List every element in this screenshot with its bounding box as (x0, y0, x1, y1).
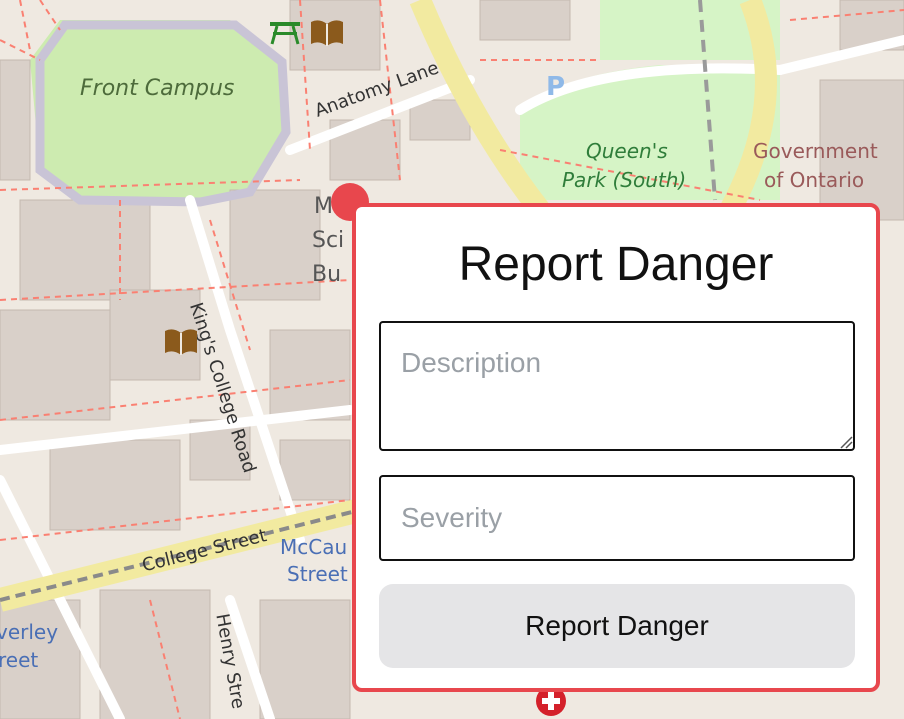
report-danger-popup: Report Danger Report Danger (352, 203, 880, 692)
library-icon (165, 329, 197, 355)
building-label-line2: Sci (312, 228, 345, 253)
mccaul-label-line2: Street (287, 562, 348, 586)
building-label-line1: M (314, 194, 333, 219)
severity-input[interactable] (379, 475, 855, 561)
resize-grip-icon[interactable] (839, 435, 853, 449)
description-input[interactable] (379, 321, 855, 451)
parking-icon: P (546, 72, 566, 102)
beverley-label-line1: verley (0, 620, 59, 644)
government-label-line2: of Ontario (764, 168, 865, 192)
building-label-line3: Bu (312, 262, 342, 287)
queens-park-label-line1: Queen's (586, 139, 668, 163)
queens-park-label-line2: Park (South) (562, 168, 687, 192)
mccaul-label-line1: McCau (280, 535, 348, 559)
popup-title: Report Danger (458, 238, 774, 291)
picnic-table-icon (270, 22, 300, 45)
report-danger-button[interactable]: Report Danger (379, 584, 855, 668)
front-campus-park (30, 20, 285, 200)
library-icon (311, 20, 343, 46)
beverley-label-line2: reet (0, 648, 39, 672)
front-campus-label: Front Campus (80, 76, 235, 101)
government-label-line1: Government (753, 139, 878, 163)
